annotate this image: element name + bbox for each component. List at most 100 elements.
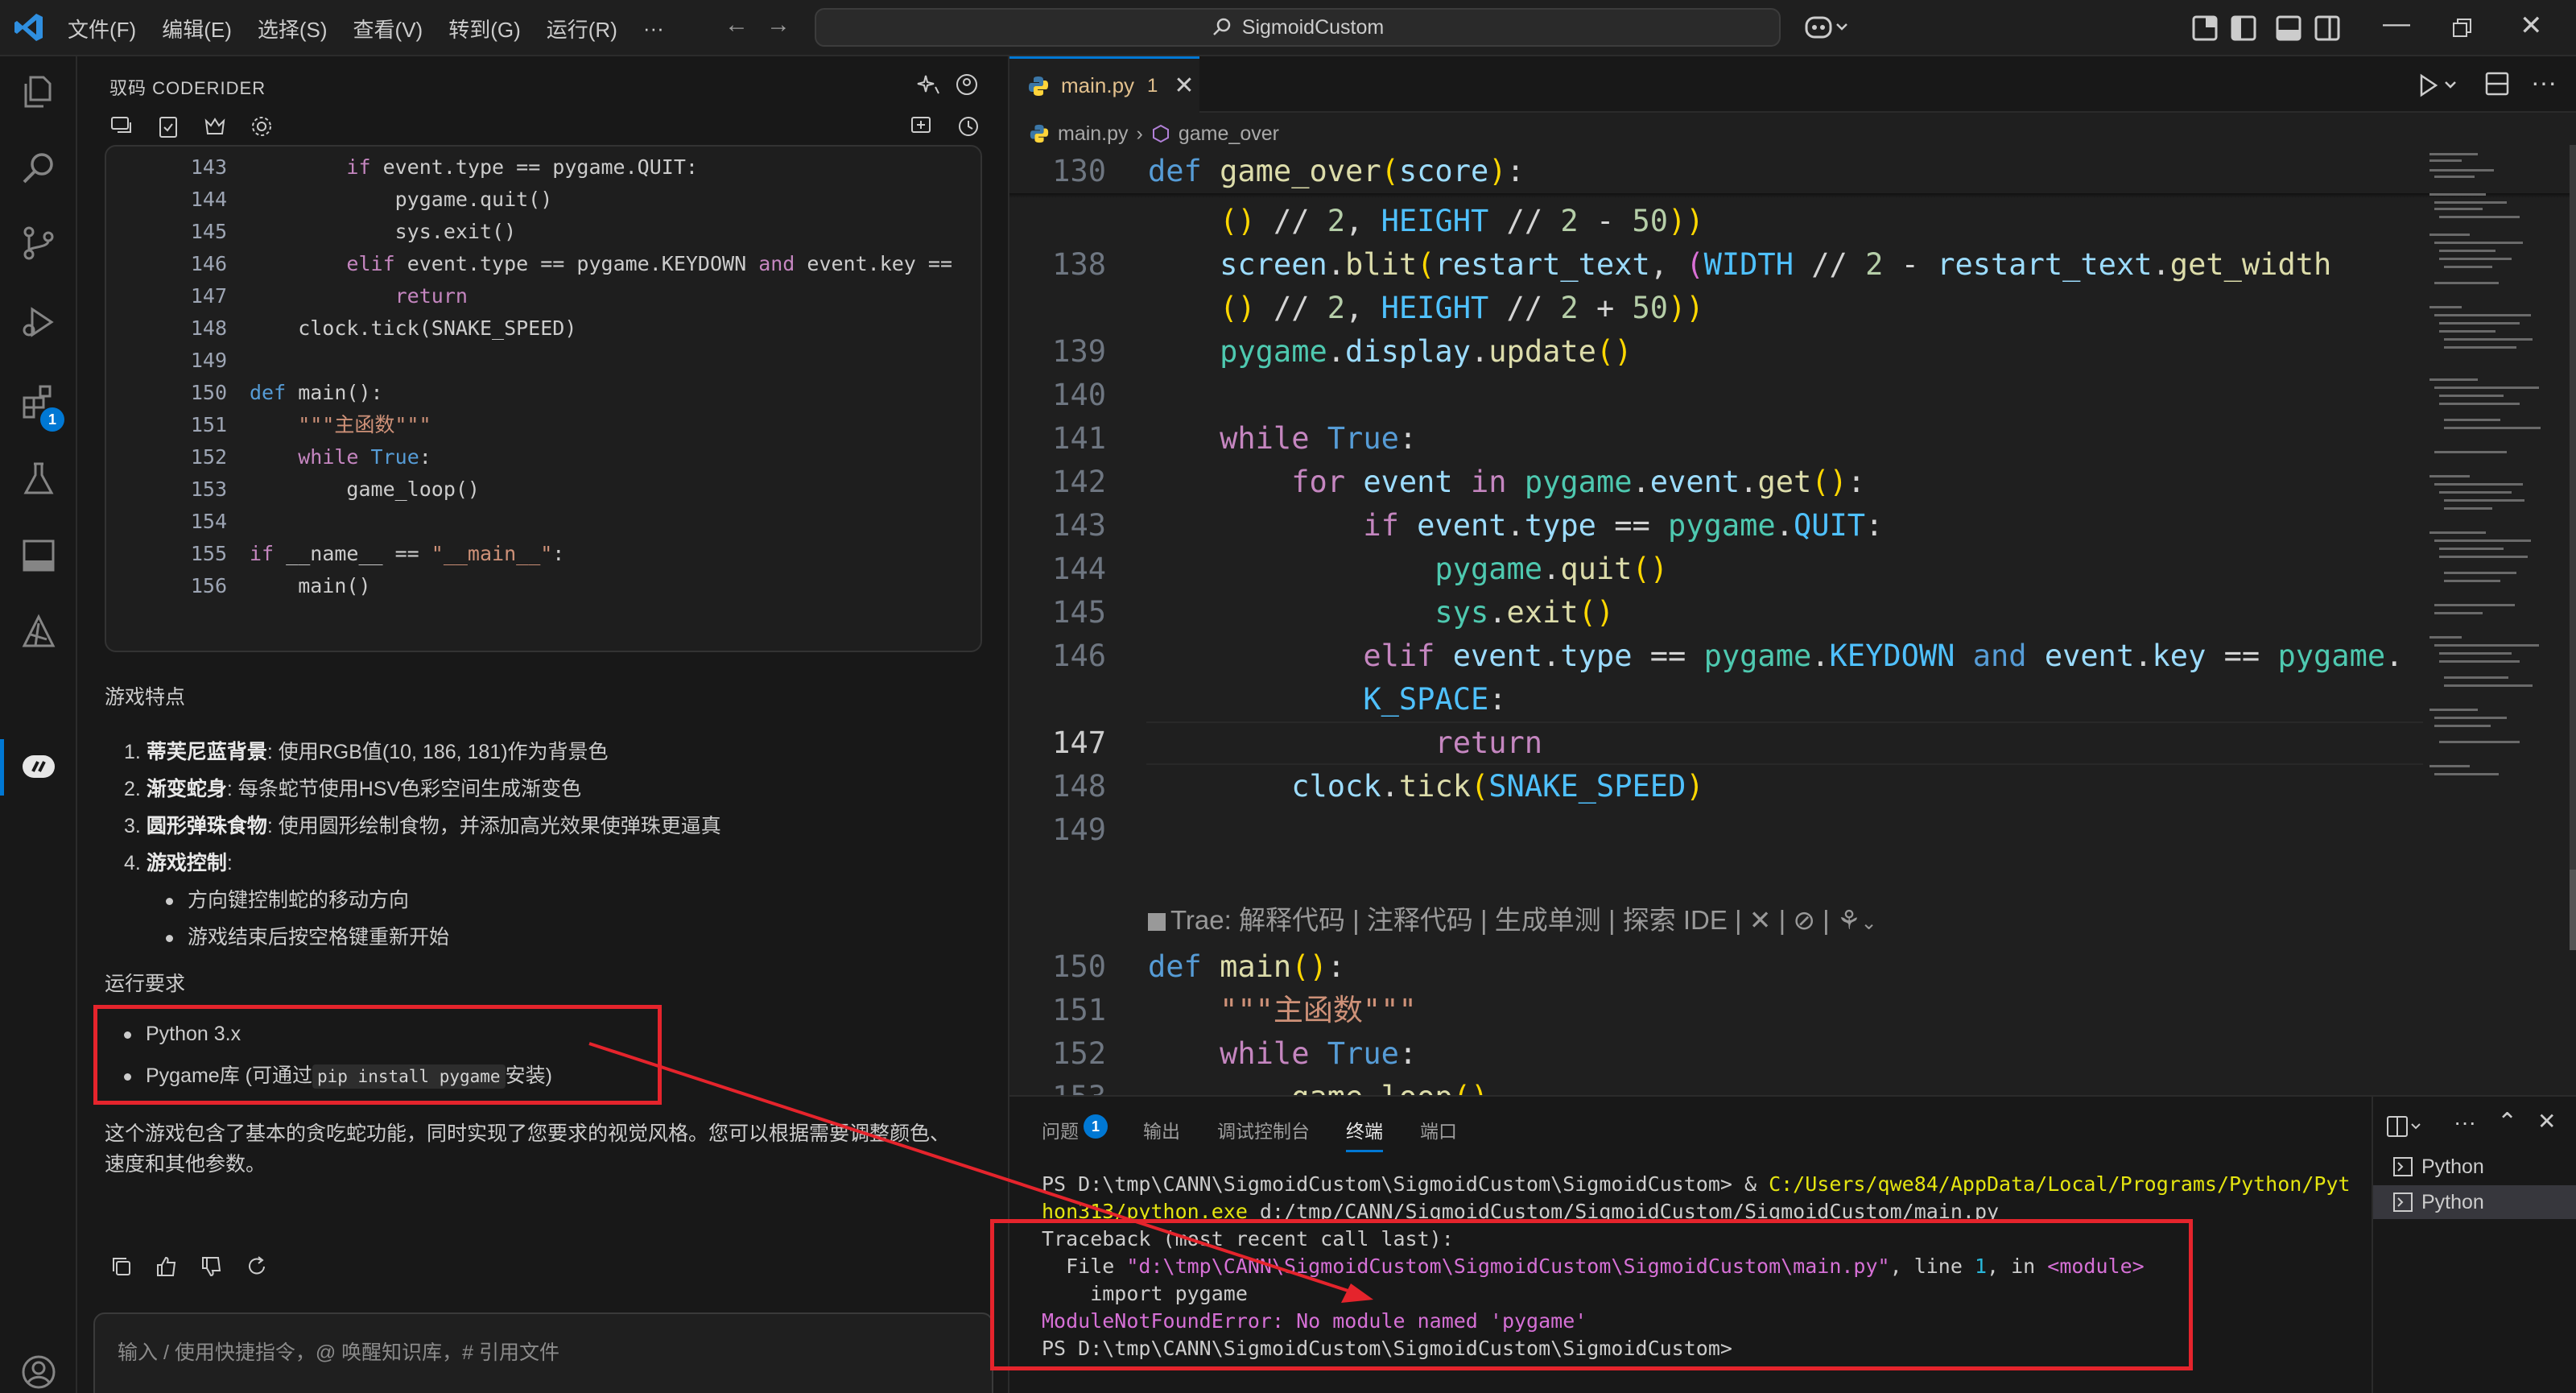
search-text: SigmoidCustom (1241, 15, 1385, 39)
menu-view[interactable]: 查看(V) (353, 14, 438, 43)
chat-input-placeholder: 输入 / 使用快捷指令，@ 唤醒知识库，# 引用文件 (118, 1341, 560, 1364)
code-line[interactable]: 143 if event.type == pygame.QUIT: (1009, 504, 2426, 548)
minimap[interactable] (2423, 145, 2576, 1095)
breadcrumb-file[interactable]: main.py (1058, 122, 1129, 146)
coderider-chat-panel: 驭码 CODERIDER 143 if event.type == pygame… (77, 56, 1009, 1393)
tab-main-py[interactable]: main.py 1 ✕ (1009, 56, 1199, 113)
thumbs-up-icon[interactable] (155, 1255, 179, 1279)
source-control-icon[interactable] (19, 224, 58, 262)
new-chat-icon[interactable] (910, 114, 934, 138)
control-item: 游戏结束后按空格键重新开始 (166, 921, 449, 950)
copy-icon[interactable] (109, 1255, 134, 1279)
editor-group: main.py 1 ✕ ··· main.py › game_over 130 d… (1009, 56, 2576, 1135)
sticky-scroll-line[interactable]: 130 def game_over(score): (1009, 150, 2426, 193)
code-line[interactable]: 142 for event in pygame.event.get(): (1009, 461, 2426, 504)
chat-icon[interactable] (109, 114, 134, 138)
more-actions-icon[interactable]: ··· (2531, 68, 2557, 97)
agent-icon[interactable] (203, 114, 227, 138)
close-tab-icon[interactable]: ✕ (1174, 72, 1194, 100)
code-line: 156 main() (190, 574, 371, 597)
agent-lens-icon[interactable]: ⚘ (1837, 905, 1861, 935)
code-line[interactable]: 145 sys.exit() (1009, 591, 2426, 634)
split-editor-icon[interactable] (2484, 71, 2510, 97)
back-arrow-icon[interactable]: ← (724, 11, 749, 39)
summary-line: 这个游戏包含了基本的贪吃蛇功能，同时实现了您要求的视觉风格。您可以根据需要调整颜… (105, 1122, 951, 1145)
terminal-line: PS D:\tmp\CANN\SigmoidCustom\SigmoidCust… (1042, 1172, 2351, 1196)
code-line[interactable]: 151 """主函数""" (1009, 989, 2426, 1032)
coderider-lens-icon[interactable]: ⊘ (1793, 905, 1815, 935)
terminal-layout-icon[interactable] (2386, 1114, 2425, 1139)
menu-run[interactable]: 运行(R) (547, 14, 632, 43)
code-line[interactable]: 141 while True: (1009, 417, 2426, 461)
ai-agent-icon[interactable] (19, 614, 58, 652)
trae-codelens[interactable]: Trae: 解释代码 | 注释代码 | 生成单测 | 探索 IDE | ✕ | … (1148, 899, 1877, 937)
code-line[interactable]: () // 2, HEIGHT // 2 - 50)) (1009, 200, 2426, 243)
coderider-icon[interactable] (19, 747, 58, 786)
code-line[interactable]: 138 screen.blit(restart_text, (WIDTH // … (1009, 243, 2426, 287)
forward-arrow-icon[interactable]: → (766, 11, 791, 39)
copilot-icon[interactable] (1803, 11, 1852, 43)
close-window-button[interactable]: ✕ (2520, 10, 2543, 42)
problems-badge: 1 (1084, 1114, 1108, 1139)
code-line[interactable]: 146 elif event.type == pygame.KEYDOWN an… (1009, 634, 2426, 678)
code-line[interactable]: 144 pygame.quit() (1009, 548, 2426, 591)
menu-more[interactable]: ··· (643, 16, 679, 41)
terminal-panel-icon[interactable] (19, 536, 58, 575)
search-icon[interactable] (19, 150, 58, 188)
sparkle-icon[interactable] (916, 72, 940, 97)
run-debug-icon[interactable] (19, 303, 58, 341)
terminal-list-item[interactable]: Python (2373, 1150, 2576, 1184)
minimize-button[interactable]: — (2383, 8, 2410, 39)
code-line[interactable]: 149 (1009, 808, 2426, 852)
code-line[interactable]: 152 while True: (1009, 1032, 2426, 1076)
thumbs-down-icon[interactable] (200, 1255, 224, 1279)
tab-debug-console[interactable]: 调试控制台 (1217, 1116, 1310, 1143)
code-line[interactable]: K_SPACE: (1009, 678, 2426, 721)
panel-more-icon[interactable]: ··· (2454, 1110, 2476, 1135)
breadcrumb-symbol[interactable]: game_over (1179, 122, 1279, 146)
code-line-current[interactable]: 147 return (1009, 721, 2426, 765)
requirements-heading: 运行要求 (105, 973, 186, 995)
maximize-panel-icon[interactable]: ⌃ (2497, 1108, 2517, 1136)
menu-selection[interactable]: 选择(S) (258, 14, 342, 43)
breadcrumb: main.py › game_over (1029, 118, 1279, 150)
clipboard-check-icon[interactable] (156, 114, 180, 138)
customize-layout-icon[interactable] (2191, 14, 2219, 42)
tab-ports[interactable]: 端口 (1420, 1116, 1457, 1143)
history-icon[interactable] (956, 114, 980, 138)
regenerate-icon[interactable] (245, 1255, 269, 1279)
tab-output[interactable]: 输出 (1143, 1116, 1180, 1143)
code-line: 148 clock.tick(SNAKE_SPEED) (190, 316, 577, 340)
toggle-secondary-sidebar-icon[interactable] (2314, 14, 2341, 42)
testing-icon[interactable] (19, 459, 58, 498)
explorer-icon[interactable] (19, 72, 58, 111)
code-line: 155 if __name__ == "__main__": (190, 542, 565, 565)
run-python-icon[interactable] (2417, 72, 2462, 98)
settings-gear-icon[interactable] (250, 114, 274, 138)
chevron-right-icon: › (1136, 122, 1143, 145)
toggle-panel-icon[interactable] (2275, 14, 2302, 42)
terminal-list-item[interactable]: Python (2373, 1185, 2576, 1219)
chevron-down-icon[interactable]: ⌄ (1861, 912, 1877, 934)
tab-problem-count: 1 (1147, 74, 1158, 97)
close-panel-icon[interactable]: ✕ (2537, 1108, 2556, 1135)
toggle-primary-sidebar-icon[interactable] (2230, 14, 2257, 42)
account-icon[interactable] (19, 1353, 58, 1391)
chat-input[interactable]: 输入 / 使用快捷指令，@ 唤醒知识库，# 引用文件 (93, 1312, 993, 1393)
tab-terminal[interactable]: 终端 (1346, 1116, 1383, 1152)
menu-edit[interactable]: 编辑(E) (162, 14, 246, 43)
code-line[interactable]: 150 def main(): (1009, 945, 2426, 989)
code-line[interactable]: 140 (1009, 374, 2426, 417)
code-line[interactable]: () // 2, HEIGHT // 2 + 50)) (1009, 287, 2426, 330)
code-line[interactable]: 139 pygame.display.update() (1009, 330, 2426, 374)
activity-bar: 1 (0, 56, 77, 1393)
code-line[interactable]: 148 clock.tick(SNAKE_SPEED) (1009, 765, 2426, 808)
user-profile-icon[interactable] (955, 72, 979, 97)
features-heading: 游戏特点 (105, 686, 186, 709)
menu-go[interactable]: 转到(G) (448, 14, 535, 43)
command-center-search[interactable]: SigmoidCustom (815, 8, 1781, 47)
tab-problems[interactable]: 问题 (1042, 1116, 1079, 1143)
menu-file[interactable]: 文件(F) (68, 14, 151, 43)
editor-tabs: main.py 1 ✕ ··· (1009, 56, 2576, 113)
restore-button[interactable] (2452, 18, 2473, 39)
